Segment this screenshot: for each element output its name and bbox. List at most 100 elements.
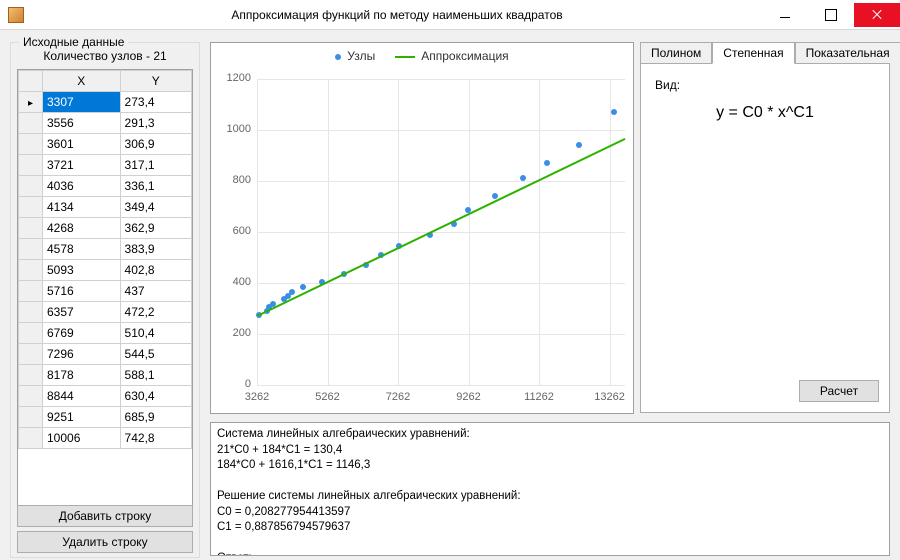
cell-y[interactable]: 685,9 [120, 407, 191, 428]
cell-y[interactable]: 273,4 [120, 92, 191, 113]
legend-nodes: Узлы [335, 49, 375, 63]
cell-x[interactable]: 6357 [43, 302, 121, 323]
cell-x[interactable]: 4036 [43, 176, 121, 197]
row-header[interactable] [19, 323, 43, 344]
cell-y[interactable]: 402,8 [120, 260, 191, 281]
delete-row-button[interactable]: Удалить строку [17, 531, 193, 553]
data-point [300, 284, 306, 290]
data-point [576, 142, 582, 148]
table-row[interactable]: 10006 742,8 [19, 428, 192, 449]
data-point [492, 193, 498, 199]
cell-x[interactable]: 7296 [43, 344, 121, 365]
nodes-count-label: Количество узлов - 21 [11, 49, 199, 63]
cell-y[interactable]: 383,9 [120, 239, 191, 260]
maximize-button[interactable] [808, 3, 854, 27]
calculate-button[interactable]: Расчет [799, 380, 879, 402]
cell-x[interactable]: 4134 [43, 197, 121, 218]
table-row[interactable]: 4268 362,9 [19, 218, 192, 239]
table-row[interactable]: 7296 544,5 [19, 344, 192, 365]
tab-power[interactable]: Степенная [712, 42, 794, 64]
cell-x[interactable]: 6769 [43, 323, 121, 344]
window-title: Аппроксимация функций по методу наименьш… [32, 8, 762, 22]
title-bar: Аппроксимация функций по методу наименьш… [0, 0, 900, 30]
table-row[interactable]: 5093 402,8 [19, 260, 192, 281]
table-row[interactable]: 4578 383,9 [19, 239, 192, 260]
source-data-title: Исходные данные [19, 35, 128, 49]
app-icon [8, 7, 24, 23]
cell-x[interactable]: 4578 [43, 239, 121, 260]
row-header[interactable] [19, 134, 43, 155]
table-row[interactable]: 5716 437 [19, 281, 192, 302]
row-header[interactable] [19, 113, 43, 134]
table-row[interactable]: 3601 306,9 [19, 134, 192, 155]
cell-x[interactable]: 10006 [43, 428, 121, 449]
cell-x[interactable]: 5716 [43, 281, 121, 302]
cell-x[interactable]: 8844 [43, 386, 121, 407]
cell-y[interactable]: 510,4 [120, 323, 191, 344]
cell-x[interactable]: 4268 [43, 218, 121, 239]
table-row[interactable]: 9251 685,9 [19, 407, 192, 428]
tab-polynomial[interactable]: Полином [640, 42, 712, 64]
tab-exponential[interactable]: Показательная [795, 42, 900, 64]
row-header[interactable] [19, 386, 43, 407]
table-row[interactable]: 4134 349,4 [19, 197, 192, 218]
row-header[interactable] [19, 260, 43, 281]
row-header[interactable] [19, 365, 43, 386]
cell-x[interactable]: 3721 [43, 155, 121, 176]
col-header-y[interactable]: Y [120, 71, 191, 92]
cell-y[interactable]: 306,9 [120, 134, 191, 155]
row-header[interactable] [19, 302, 43, 323]
approx-type-panel: Полином Степенная Показательная Вид: y =… [640, 42, 890, 414]
table-row[interactable]: 8844 630,4 [19, 386, 192, 407]
table-row[interactable]: 8178 588,1 [19, 365, 192, 386]
row-header[interactable] [19, 155, 43, 176]
cell-x[interactable]: 3556 [43, 113, 121, 134]
cell-y[interactable]: 317,1 [120, 155, 191, 176]
row-header[interactable] [19, 197, 43, 218]
table-row[interactable]: 3307 273,4 [19, 92, 192, 113]
data-grid[interactable]: X Y 3307 273,4 3556 291,3 3601 306,9 372… [17, 69, 193, 507]
cell-y[interactable]: 630,4 [120, 386, 191, 407]
table-row[interactable]: 3556 291,3 [19, 113, 192, 134]
grid-corner [19, 71, 43, 92]
row-header[interactable] [19, 407, 43, 428]
row-header[interactable] [19, 281, 43, 302]
col-header-x[interactable]: X [43, 71, 121, 92]
cell-x[interactable]: 3601 [43, 134, 121, 155]
cell-x[interactable]: 8178 [43, 365, 121, 386]
formula-label: Вид: [655, 78, 680, 92]
row-header[interactable] [19, 176, 43, 197]
table-row[interactable]: 3721 317,1 [19, 155, 192, 176]
chart-plot: 0200400600800100012003262526272629262112… [257, 79, 625, 385]
output-textbox[interactable]: Система линейных алгебраических уравнени… [210, 422, 890, 556]
cell-y[interactable]: 472,2 [120, 302, 191, 323]
row-header[interactable] [19, 92, 43, 113]
row-header[interactable] [19, 218, 43, 239]
cell-y[interactable]: 742,8 [120, 428, 191, 449]
row-header[interactable] [19, 344, 43, 365]
data-point [611, 109, 617, 115]
cell-y[interactable]: 362,9 [120, 218, 191, 239]
table-row[interactable]: 6357 472,2 [19, 302, 192, 323]
data-point [544, 160, 550, 166]
cell-y[interactable]: 349,4 [120, 197, 191, 218]
chart-area: Узлы Аппроксимация 020040060080010001200… [210, 42, 634, 414]
row-header[interactable] [19, 239, 43, 260]
cell-y[interactable]: 544,5 [120, 344, 191, 365]
table-row[interactable]: 6769 510,4 [19, 323, 192, 344]
close-button[interactable] [854, 3, 900, 27]
row-header[interactable] [19, 428, 43, 449]
minimize-button[interactable] [762, 3, 808, 27]
cell-x[interactable]: 5093 [43, 260, 121, 281]
table-row[interactable]: 4036 336,1 [19, 176, 192, 197]
cell-x[interactable]: 9251 [43, 407, 121, 428]
chart-legend: Узлы Аппроксимация [211, 43, 633, 69]
data-point [289, 289, 295, 295]
cell-y[interactable]: 437 [120, 281, 191, 302]
cell-x[interactable]: 3307 [43, 92, 121, 113]
cell-y[interactable]: 336,1 [120, 176, 191, 197]
cell-y[interactable]: 588,1 [120, 365, 191, 386]
cell-y[interactable]: 291,3 [120, 113, 191, 134]
legend-approx: Аппроксимация [395, 49, 508, 63]
add-row-button[interactable]: Добавить строку [17, 505, 193, 527]
